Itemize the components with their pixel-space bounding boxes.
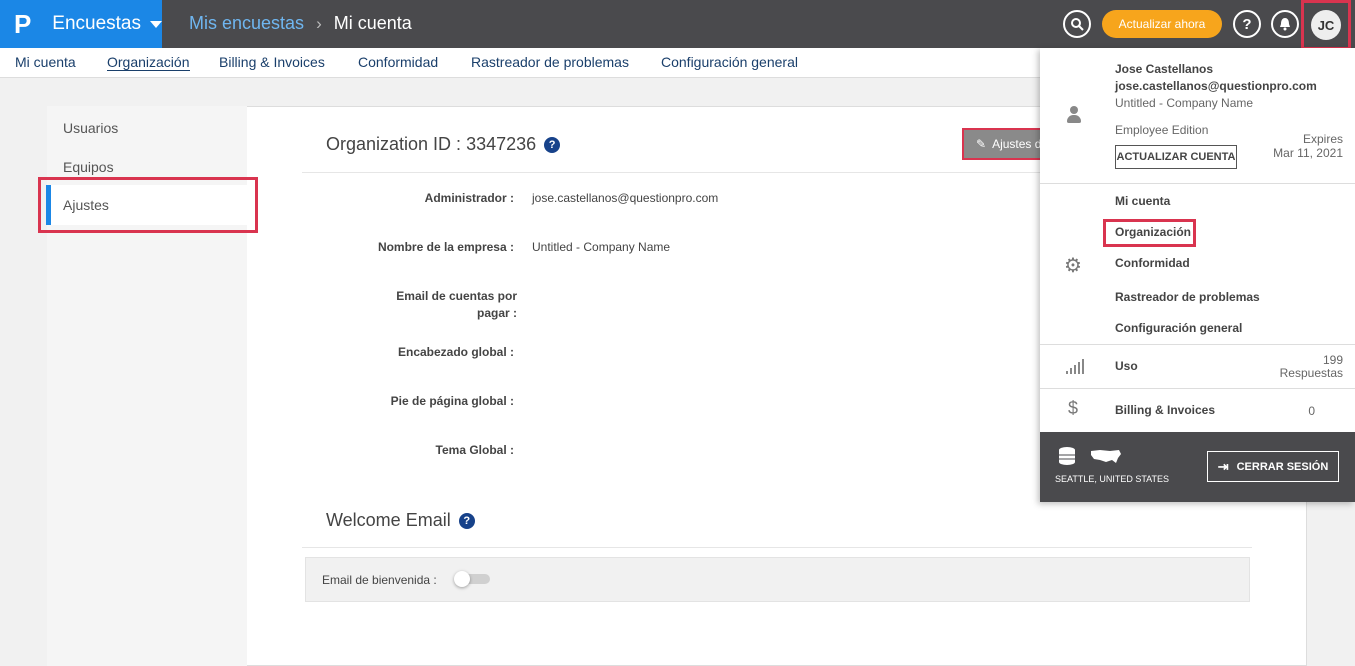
tab-organizacion[interactable]: Organización: [107, 54, 190, 71]
settings-button[interactable]: ✎ Ajustes d: [962, 128, 1042, 160]
tab-billing-invoices[interactable]: Billing & Invoices: [219, 54, 325, 70]
divider: [302, 547, 1252, 548]
usage-count: 199: [1322, 353, 1343, 367]
menu-mi-cuenta[interactable]: Mi cuenta: [1115, 194, 1170, 208]
welcome-email-label: Email de bienvenida :: [322, 573, 437, 587]
field-label-pie-pagina: Pie de página global :: [390, 394, 514, 408]
menu-configuracion-general[interactable]: Configuración general: [1115, 321, 1242, 335]
field-label-administrador: Administrador :: [424, 191, 514, 205]
upgrade-now-button[interactable]: Actualizar ahora: [1102, 10, 1222, 38]
dropdown-footer: SEATTLE, UNITED STATES ⇥ CERRAR SESIÓN: [1040, 432, 1355, 502]
sidebar-item-usuarios[interactable]: Usuarios: [63, 120, 118, 136]
tab-configuracion-general[interactable]: Configuración general: [661, 54, 798, 70]
highlight-box: [38, 177, 258, 233]
help-icon[interactable]: ?: [458, 512, 475, 529]
welcome-email-toggle[interactable]: [454, 571, 490, 587]
dollar-icon: $: [1068, 398, 1079, 418]
help-icon[interactable]: ?: [544, 136, 561, 153]
breadcrumb-current: Mi cuenta: [333, 13, 412, 33]
organization-id-title: Organization ID : 3347236: [326, 134, 537, 154]
bell-icon[interactable]: [1271, 10, 1299, 38]
upgrade-account-button[interactable]: ACTUALIZAR CUENTA: [1115, 145, 1237, 169]
expires-date: Mar 11, 2021: [1273, 146, 1343, 160]
divider: [1040, 183, 1355, 184]
questionpro-logo-icon: P: [14, 9, 32, 39]
settings-button-label: Ajustes d: [992, 137, 1042, 151]
usa-map-icon: [1091, 450, 1121, 463]
avatar-button[interactable]: JC: [1301, 0, 1351, 50]
field-label-empresa: Nombre de la empresa :: [377, 240, 514, 254]
search-icon[interactable]: [1063, 10, 1091, 38]
breadcrumb-separator-icon: ›: [316, 13, 322, 33]
billing-count: 0: [1308, 404, 1315, 418]
server-location: SEATTLE, UNITED STATES: [1055, 474, 1170, 484]
expires-label: Expires: [1302, 132, 1343, 146]
field-label-email-cuentas: Email de cuentas por pagar :: [396, 289, 517, 320]
top-bar: P Encuestas Mis encuestas › Mi cuenta Ac…: [0, 0, 1355, 50]
tab-rastreador[interactable]: Rastreador de problemas: [471, 54, 629, 70]
sidebar-item-equipos[interactable]: Equipos: [63, 159, 114, 175]
divider: [1040, 344, 1355, 345]
menu-billing[interactable]: Billing & Invoices: [1115, 403, 1215, 417]
signal-bars-icon: [1066, 358, 1084, 374]
menu-rastreador[interactable]: Rastreador de problemas: [1115, 290, 1260, 304]
divider: [302, 172, 1042, 173]
logout-label: CERRAR SESIÓN: [1236, 460, 1329, 473]
welcome-email-row: Email de bienvenida :: [305, 557, 1250, 602]
logout-button[interactable]: ⇥ CERRAR SESIÓN: [1207, 451, 1339, 482]
welcome-email-heading: Welcome Email: [326, 510, 451, 530]
gears-icon: ⚙: [1064, 255, 1082, 277]
pencil-icon: ✎: [976, 137, 987, 151]
database-icon: [1059, 447, 1075, 465]
company-name: Untitled - Company Name: [1115, 96, 1254, 110]
tab-conformidad[interactable]: Conformidad: [358, 54, 438, 70]
field-value-administrador: jose.castellanos@questionpro.com: [532, 191, 719, 205]
welcome-email-title: Welcome Email ?: [326, 510, 475, 531]
breadcrumb: Mis encuestas › Mi cuenta: [189, 13, 412, 34]
edition-label: Employee Edition: [1115, 123, 1209, 137]
toggle-knob: [454, 571, 470, 587]
user-name: Jose Castellanos: [1115, 62, 1214, 76]
account-dropdown: Jose Castellanos jose.castellanos@questi…: [1040, 48, 1355, 502]
breadcrumb-my-surveys[interactable]: Mis encuestas: [189, 13, 304, 34]
user-icon: [1067, 106, 1081, 124]
field-label-encabezado: Encabezado global :: [397, 345, 514, 359]
user-email: jose.castellanos@questionpro.com: [1115, 79, 1317, 93]
divider: [1040, 388, 1355, 389]
product-name: Encuestas: [52, 13, 141, 34]
field-label-tema: Tema Global :: [435, 443, 514, 457]
usage-unit: Respuestas: [1279, 366, 1343, 380]
menu-conformidad[interactable]: Conformidad: [1115, 256, 1190, 270]
avatar: JC: [1311, 10, 1341, 40]
product-switcher[interactable]: P Encuestas: [0, 0, 162, 48]
tab-mi-cuenta[interactable]: Mi cuenta: [15, 54, 76, 70]
menu-uso[interactable]: Uso: [1115, 359, 1138, 373]
field-value-empresa: Untitled - Company Name: [532, 240, 671, 254]
logout-icon: ⇥: [1217, 458, 1229, 474]
highlight-box: [1103, 219, 1196, 247]
caret-down-icon: [150, 20, 162, 28]
help-icon[interactable]: ?: [1233, 10, 1261, 38]
page-title: Organization ID : 3347236 ?: [326, 134, 561, 155]
